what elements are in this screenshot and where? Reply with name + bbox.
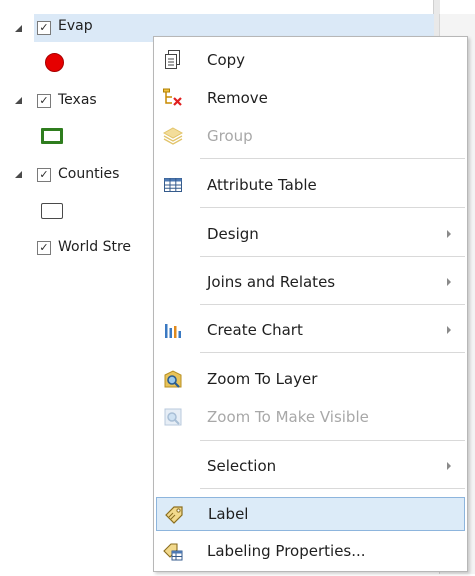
menu-item-label: Copy: [207, 51, 246, 69]
zoom-to-visible-icon: [162, 406, 184, 428]
menu-item-label: Label: [208, 505, 249, 523]
layer-context-menu: Copy Remove Group Attribute Table Design…: [153, 36, 468, 572]
menu-item-labeling-properties[interactable]: Labeling Properties...: [156, 534, 465, 568]
collapse-arrow-icon[interactable]: [15, 25, 22, 32]
menu-item-label: Create Chart: [207, 321, 303, 339]
menu-item-copy[interactable]: Copy: [156, 43, 465, 77]
menu-separator: [200, 440, 465, 441]
copy-icon: [162, 49, 184, 71]
menu-separator: [200, 304, 465, 305]
menu-item-label-toggle[interactable]: Label: [156, 497, 465, 531]
submenu-arrow-icon: [447, 326, 451, 334]
menu-item-label: Zoom To Layer: [207, 370, 318, 388]
menu-item-label: Labeling Properties...: [207, 542, 366, 560]
layer-name-texas[interactable]: Texas: [58, 92, 97, 108]
bar-chart-icon: [162, 319, 184, 341]
menu-separator: [200, 488, 465, 489]
menu-item-zoom-to-make-visible: Zoom To Make Visible: [156, 400, 465, 434]
layer-visibility-checkbox-evap[interactable]: ✓: [37, 21, 51, 35]
collapse-arrow-icon[interactable]: [15, 97, 22, 104]
menu-item-label: Group: [207, 127, 253, 145]
menu-item-design[interactable]: Design: [156, 217, 465, 251]
layer-visibility-checkbox-world-street[interactable]: ✓: [37, 241, 51, 255]
zoom-to-layer-icon: [162, 368, 184, 390]
menu-item-attribute-table[interactable]: Attribute Table: [156, 168, 465, 202]
menu-item-label: Remove: [207, 89, 268, 107]
red-circle-symbol-icon[interactable]: [45, 53, 64, 72]
remove-layer-icon: [162, 87, 184, 109]
black-polygon-symbol-icon[interactable]: [41, 203, 63, 219]
collapse-arrow-icon[interactable]: [15, 171, 22, 178]
menu-item-create-chart[interactable]: Create Chart: [156, 313, 465, 347]
menu-separator: [200, 352, 465, 353]
table-icon: [162, 174, 184, 196]
menu-item-label: Attribute Table: [207, 176, 317, 194]
submenu-arrow-icon: [447, 278, 451, 286]
menu-item-zoom-to-layer[interactable]: Zoom To Layer: [156, 362, 465, 396]
menu-item-label: Joins and Relates: [207, 273, 336, 291]
menu-separator: [200, 207, 465, 208]
labeling-properties-icon: [162, 540, 184, 562]
menu-item-group: Group: [156, 119, 465, 153]
menu-item-label: Selection: [207, 457, 277, 475]
label-icon: [163, 503, 185, 525]
layer-visibility-checkbox-counties[interactable]: ✓: [37, 168, 51, 182]
group-layers-icon: [162, 125, 184, 147]
menu-item-label: Zoom To Make Visible: [207, 408, 369, 426]
menu-item-selection[interactable]: Selection: [156, 449, 465, 483]
submenu-arrow-icon: [447, 462, 451, 470]
menu-separator: [200, 158, 465, 159]
submenu-arrow-icon: [447, 230, 451, 238]
menu-separator: [200, 256, 465, 257]
menu-item-joins-and-relates[interactable]: Joins and Relates: [156, 265, 465, 299]
layer-visibility-checkbox-texas[interactable]: ✓: [37, 94, 51, 108]
layer-name-world-street[interactable]: World Stre: [58, 239, 131, 255]
menu-item-label: Design: [207, 225, 259, 243]
menu-item-remove[interactable]: Remove: [156, 81, 465, 115]
layer-name-counties[interactable]: Counties: [58, 166, 119, 182]
green-polygon-symbol-icon[interactable]: [41, 128, 63, 144]
layer-name-evap[interactable]: Evap: [58, 18, 93, 34]
